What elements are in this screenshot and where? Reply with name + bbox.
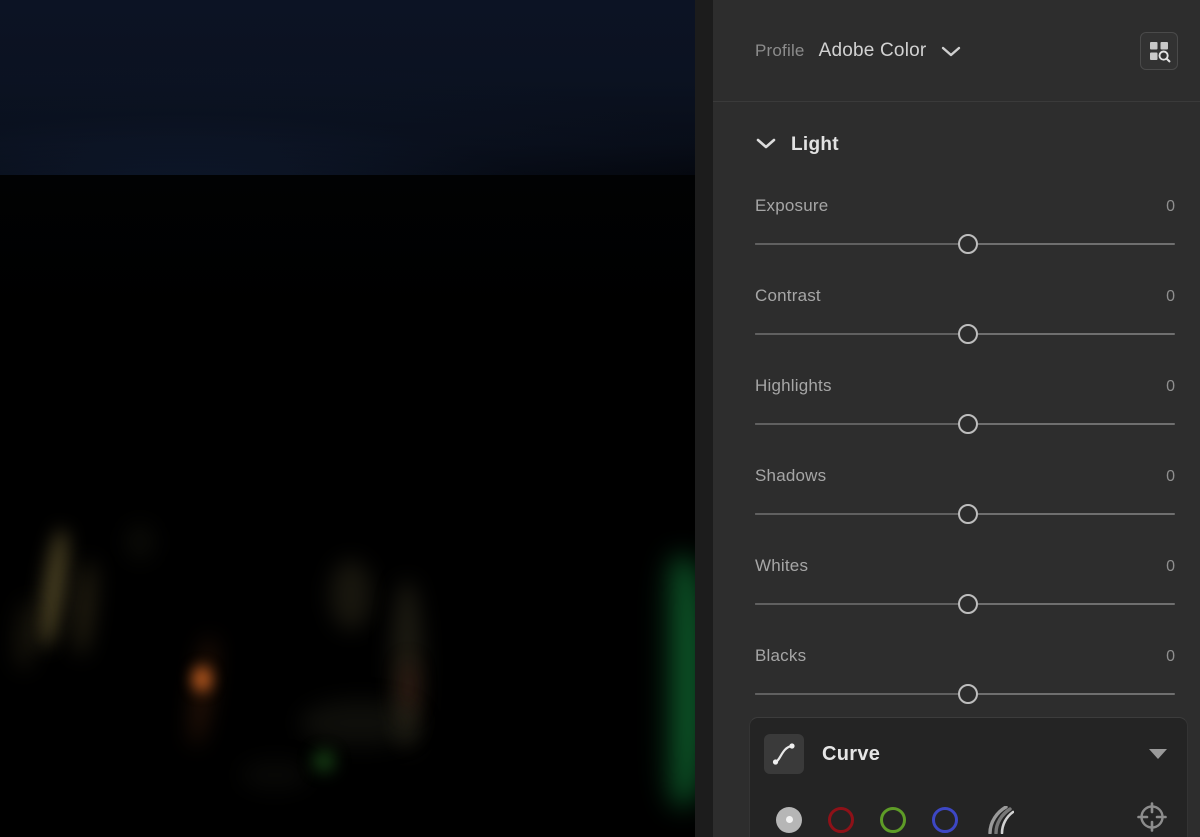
slider-label-row: Blacks 0	[755, 646, 1175, 666]
triangle-down-icon[interactable]	[1149, 749, 1167, 759]
slider-shadows[interactable]: Shadows 0	[755, 466, 1175, 524]
chevron-down-icon[interactable]	[755, 136, 777, 155]
slider-label-row: Shadows 0	[755, 466, 1175, 486]
slider-label-row: Contrast 0	[755, 286, 1175, 306]
slider-label-row: Whites 0	[755, 556, 1175, 576]
slider-highlights[interactable]: Highlights 0	[755, 376, 1175, 434]
browse-profiles-icon	[1147, 39, 1171, 63]
slider-handle[interactable]	[958, 414, 978, 434]
slider-name: Exposure	[755, 196, 828, 216]
slider-whites[interactable]: Whites 0	[755, 556, 1175, 614]
slider-track-wrap[interactable]	[755, 684, 1175, 704]
slider-track-filled	[755, 603, 968, 605]
green-channel-icon[interactable]	[880, 807, 906, 833]
slider-track-wrap[interactable]	[755, 414, 1175, 434]
slider-handle[interactable]	[958, 684, 978, 704]
browse-profiles-button[interactable]	[1140, 32, 1178, 70]
targeted-adjustment-icon[interactable]	[1137, 802, 1167, 837]
slider-track-filled	[755, 243, 968, 245]
slider-handle[interactable]	[958, 594, 978, 614]
slider-value[interactable]: 0	[1166, 378, 1175, 396]
light-section-header[interactable]: Light	[755, 134, 1175, 156]
curve-panel-title: Curve	[822, 743, 880, 766]
red-channel-icon[interactable]	[828, 807, 854, 833]
light-section-title: Light	[791, 134, 839, 156]
slider-track-filled	[755, 513, 968, 515]
tone-curve-icon[interactable]	[764, 734, 804, 774]
slider-track-wrap[interactable]	[755, 504, 1175, 524]
slider-track-wrap[interactable]	[755, 594, 1175, 614]
slider-track-filled	[755, 423, 968, 425]
profile-bar: Profile Adobe Color	[713, 0, 1200, 102]
slider-name: Highlights	[755, 376, 832, 396]
slider-value[interactable]: 0	[1166, 648, 1175, 666]
slider-name: Shadows	[755, 466, 826, 486]
slider-track-filled	[755, 693, 968, 695]
blue-channel-icon[interactable]	[932, 807, 958, 833]
slider-track-wrap[interactable]	[755, 324, 1175, 344]
light-section: Light Exposure 0 Contrast 0	[713, 102, 1200, 704]
profile-label: Profile	[755, 41, 805, 61]
edit-panel: Profile Adobe Color	[713, 0, 1200, 837]
slider-value[interactable]: 0	[1166, 468, 1175, 486]
chevron-down-icon[interactable]	[940, 44, 962, 58]
slider-value[interactable]: 0	[1166, 558, 1175, 576]
slider-contrast[interactable]: Contrast 0	[755, 286, 1175, 344]
curve-panel-header[interactable]: Curve	[764, 732, 1167, 776]
slider-track-wrap[interactable]	[755, 234, 1175, 254]
slider-name: Blacks	[755, 646, 806, 666]
curve-channel-row	[764, 802, 1167, 837]
slider-name: Contrast	[755, 286, 821, 306]
slider-blacks[interactable]: Blacks 0	[755, 646, 1175, 704]
slider-handle[interactable]	[958, 504, 978, 524]
slider-name: Whites	[755, 556, 808, 576]
panel-gutter	[695, 0, 713, 837]
slider-label-row: Exposure 0	[755, 196, 1175, 216]
slider-handle[interactable]	[958, 234, 978, 254]
slider-value[interactable]: 0	[1166, 288, 1175, 306]
slider-handle[interactable]	[958, 324, 978, 344]
slider-label-row: Highlights 0	[755, 376, 1175, 396]
slider-value[interactable]: 0	[1166, 198, 1175, 216]
point-curve-dot	[786, 816, 793, 823]
point-curve-icon[interactable]	[776, 807, 802, 833]
profile-value[interactable]: Adobe Color	[819, 40, 927, 62]
photo-canvas[interactable]	[0, 0, 695, 837]
photo-foreground	[0, 175, 695, 837]
slider-exposure[interactable]: Exposure 0	[755, 196, 1175, 254]
curve-panel: Curve	[749, 717, 1188, 837]
slider-track-filled	[755, 333, 968, 335]
parametric-curve-icon[interactable]	[984, 807, 1014, 833]
lightroom-edit-screen: Profile Adobe Color	[0, 0, 1200, 837]
